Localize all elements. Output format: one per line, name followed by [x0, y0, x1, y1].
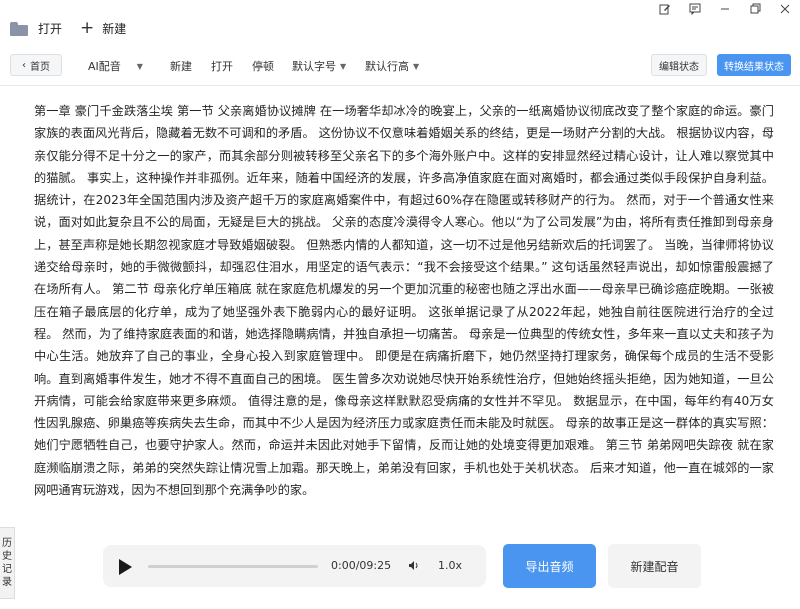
history-tab[interactable]: 历史记录	[0, 527, 15, 599]
ai-dub-label: AI配音	[88, 60, 121, 73]
speed-control[interactable]: 1.0x	[438, 559, 462, 572]
result-state-button[interactable]: 转换结果状态	[717, 54, 791, 76]
chevron-down-icon: ▼	[413, 61, 420, 71]
open-file-label: 打开	[38, 22, 63, 36]
plus-icon: +	[80, 18, 95, 38]
editor-toolbar: ‹ 首页 AI配音 ▼ 新建 打开 停顿 默认字号 ▼ 默认行高 ▼ 编辑状态 …	[0, 46, 800, 86]
line-height-dropdown[interactable]: 默认行高 ▼	[365, 58, 419, 74]
edit-state-button[interactable]: 编辑状态	[651, 54, 707, 76]
title-bar: 打开 + 新建	[0, 0, 800, 44]
font-size-dropdown[interactable]: 默认字号 ▼	[292, 58, 346, 74]
export-audio-button[interactable]: 导出音频	[503, 544, 596, 588]
chevron-left-icon: ‹	[22, 59, 26, 71]
font-size-label: 默认字号	[292, 60, 336, 73]
time-display: 0:00/09:25	[331, 559, 392, 572]
new-label: 新建	[170, 60, 192, 73]
new-file-label: 新建	[102, 22, 127, 36]
chevron-down-icon: ▼	[340, 61, 347, 71]
new-dub-button[interactable]: 新建配音	[608, 544, 701, 588]
chevron-down-icon: ▼	[136, 61, 143, 71]
new-file-button[interactable]: + 新建	[80, 20, 126, 37]
minimize-icon[interactable]	[710, 0, 740, 18]
open-label: 打开	[211, 60, 233, 73]
pause-button[interactable]: 停顿	[252, 58, 274, 74]
close-icon[interactable]	[770, 0, 800, 18]
play-icon[interactable]	[119, 559, 132, 575]
restore-icon[interactable]	[740, 0, 770, 18]
progress-bar[interactable]	[148, 565, 318, 568]
line-height-label: 默认行高	[365, 60, 409, 73]
ai-dub-dropdown[interactable]: AI配音 ▼	[88, 58, 143, 74]
pause-label: 停顿	[252, 60, 274, 73]
audio-player: 0:00/09:25 1.0x	[103, 545, 486, 587]
feedback-icon[interactable]	[680, 0, 710, 18]
open-file-button[interactable]: 打开	[10, 20, 62, 37]
home-label: 首页	[30, 61, 50, 73]
volume-icon[interactable]	[408, 560, 420, 574]
edit-icon[interactable]	[650, 0, 680, 18]
window-controls	[650, 0, 800, 18]
folder-icon	[10, 21, 28, 36]
open-button[interactable]: 打开	[211, 58, 233, 74]
text-content[interactable]: 第一章 豪门千金跌落尘埃 第一节 父亲离婚协议摊牌 在一场奢华却冰冷的晚宴上，父…	[34, 100, 774, 520]
home-button[interactable]: ‹ 首页	[10, 54, 62, 76]
new-button[interactable]: 新建	[170, 58, 192, 74]
